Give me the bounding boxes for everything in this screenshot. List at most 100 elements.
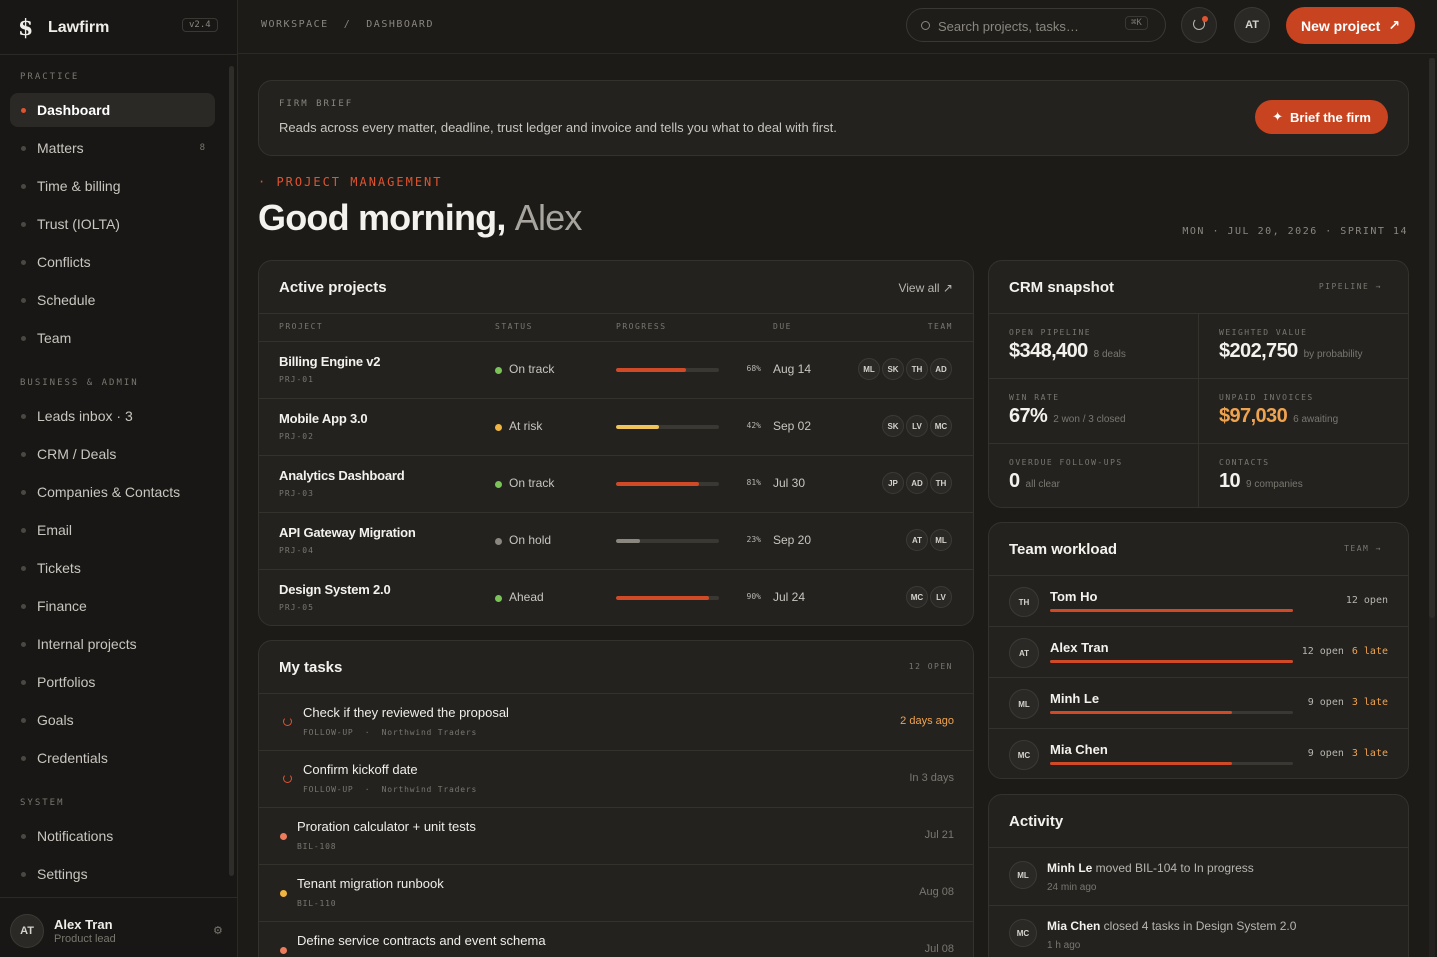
late-count: 3 late [1351,697,1388,708]
table-row[interactable]: Mobile App 3.0 PRJ-02 At risk 42% Sep 02 SK LV… [259,399,973,456]
user-avatar-button[interactable]: AT [1234,7,1270,43]
crm-snapshot-card: CRM snapshot PIPELINE → OPEN PIPELINE $34… [988,260,1409,508]
workload-bar [1050,711,1293,714]
kpi-number: $202,750 [1219,340,1298,362]
activity-text: Minh Le moved BIL-104 to In progress [1047,861,1254,875]
workload-fill [1050,660,1293,663]
user-name: Alex Tran [54,917,113,932]
sidebar-item-label: Finance [37,598,87,614]
main-scrollbar[interactable] [1429,58,1435,957]
kpi-tile[interactable]: UNPAID INVOICES $97,030 6 awaiting [1199,379,1408,444]
sidebar-item-matters[interactable]: Matters 8 [10,131,215,165]
table-row[interactable]: API Gateway Migration PRJ-04 On hold 23% Sep… [259,513,973,570]
nav-dot-icon [21,146,26,151]
task-row[interactable]: Proration calculator + unit tests BIL-108… [259,808,973,865]
sidebar-item-notifications[interactable]: Notifications [10,819,215,853]
avatar[interactable]: MC [930,415,952,437]
open-count: 9 open [1307,748,1344,759]
sidebar-item-credentials[interactable]: Credentials [10,741,215,775]
brand[interactable]: $ Lawfirm [18,14,109,42]
search-box[interactable]: ⌘K [906,8,1166,42]
table-row[interactable]: Design System 2.0 PRJ-05 Ahead 90% Jul 24 MC L… [259,570,973,625]
progress-percent: 42% [746,421,761,430]
avatar[interactable]: AD [930,358,952,380]
column-header: DUE [773,322,792,331]
sidebar-item-schedule[interactable]: Schedule [10,283,215,317]
member-name: Minh Le [1050,691,1100,706]
task-row[interactable]: Define service contracts and event schem… [259,922,973,957]
task-row[interactable]: Confirm kickoff date FOLLOW-UP · Northwin… [259,751,973,808]
avatar[interactable]: MC [906,586,928,608]
workload-row[interactable]: TH Tom Ho 12 open [989,576,1408,627]
sidebar-item-goals[interactable]: Goals [10,703,215,737]
table-row[interactable]: Billing Engine v2 PRJ-01 On track 68% Aug 14… [259,342,973,399]
view-all-link[interactable]: View all ↗ [898,281,953,295]
avatar[interactable]: SK [882,415,904,437]
sidebar-item-label: Trust (IOLTA) [37,216,120,232]
card-title: Active projects [279,279,387,296]
sidebar-item-time-billing[interactable]: Time & billing [10,169,215,203]
avatar[interactable]: AT [906,529,928,551]
kpi-tile[interactable]: OPEN PIPELINE $348,400 8 deals [989,314,1198,379]
search-input[interactable] [938,16,1118,36]
sidebar-item-team[interactable]: Team [10,321,215,355]
activity-row[interactable]: ML Minh Le moved BIL-104 to In progress 24… [989,848,1408,906]
sidebar-item-portfolios[interactable]: Portfolios [10,665,215,699]
task-row[interactable]: Check if they reviewed the proposal FOLLO… [259,694,973,751]
status-text: On track [509,362,555,376]
activity-time: 1 h ago [1047,940,1081,951]
column-header: PROGRESS [616,322,667,331]
new-project-button[interactable]: New project ↗ [1286,7,1415,44]
avatar[interactable]: ML [930,529,952,551]
table-row[interactable]: Analytics Dashboard PRJ-03 On track 81% Jul … [259,456,973,513]
sidebar-item-finance[interactable]: Finance [10,589,215,623]
avatar[interactable]: LV [906,415,928,437]
kpi-tile[interactable]: CONTACTS 10 9 companies [1199,444,1408,507]
workload-bar [1050,609,1293,612]
progress-fill [616,539,640,543]
sidebar-item-email[interactable]: Email [10,513,215,547]
sidebar-user[interactable]: AT Alex Tran Product lead ⚙ [0,897,237,957]
workload-row[interactable]: AT Alex Tran 12 open 6 late [989,627,1408,678]
sidebar-item-settings[interactable]: Settings [10,857,215,891]
pipeline-link[interactable]: PIPELINE → [1319,282,1382,291]
open-count: 12 open [1345,595,1388,606]
avatar[interactable]: JP [882,472,904,494]
activity-row[interactable]: MC Mia Chen closed 4 tasks in Design Syst… [989,906,1408,957]
sidebar-item-companies-contacts[interactable]: Companies & Contacts [10,475,215,509]
sidebar-item-trust[interactable]: Trust (IOLTA) [10,207,215,241]
sidebar-item-conflicts[interactable]: Conflicts [10,245,215,279]
avatar[interactable]: ML [858,358,880,380]
kpi-tile[interactable]: OVERDUE FOLLOW-UPS 0 all clear [989,444,1198,507]
avatar[interactable]: LV [930,586,952,608]
kpi-tile[interactable]: WEIGHTED VALUE $202,750 by probability [1199,314,1408,379]
sidebar-item-dashboard[interactable]: Dashboard [10,93,215,127]
due-date: Jul 24 [773,590,806,604]
workload-row[interactable]: ML Minh Le 9 open 3 late [989,678,1408,729]
notifications-button[interactable] [1181,7,1217,43]
project-id: PRJ-04 [279,546,314,555]
workload-fill [1050,762,1233,765]
sidebar-item-crm-deals[interactable]: CRM / Deals [10,437,215,471]
avatar[interactable]: TH [930,472,952,494]
kpi-sub: 9 companies [1246,479,1303,490]
project-id: PRJ-01 [279,375,314,384]
workload-row[interactable]: MC Mia Chen 9 open 3 late [989,729,1408,778]
nav-dot-icon [21,756,26,761]
avatar[interactable]: AD [906,472,928,494]
task-row[interactable]: Tenant migration runbook BIL-110 Aug 08 [259,865,973,922]
sidebar-scrollbar[interactable] [229,66,234,876]
avatar[interactable]: SK [882,358,904,380]
activity-actor: Minh Le [1047,861,1093,875]
activity-time: 24 min ago [1047,882,1097,893]
gear-icon[interactable]: ⚙ [213,924,223,937]
kpi-tile[interactable]: WIN RATE 67% 2 won / 3 closed [989,379,1198,444]
sidebar-item-internal-projects[interactable]: Internal projects [10,627,215,661]
sidebar-item-label: Notifications [37,828,114,844]
brief-the-firm-button[interactable]: ✦ Brief the firm [1255,100,1388,134]
team-link[interactable]: TEAM → [1344,544,1382,553]
late-count: 3 late [1351,748,1388,759]
avatar[interactable]: TH [906,358,928,380]
sidebar-item-leads-inbox[interactable]: Leads inbox · 3 [10,399,215,433]
sidebar-item-tickets[interactable]: Tickets [10,551,215,585]
